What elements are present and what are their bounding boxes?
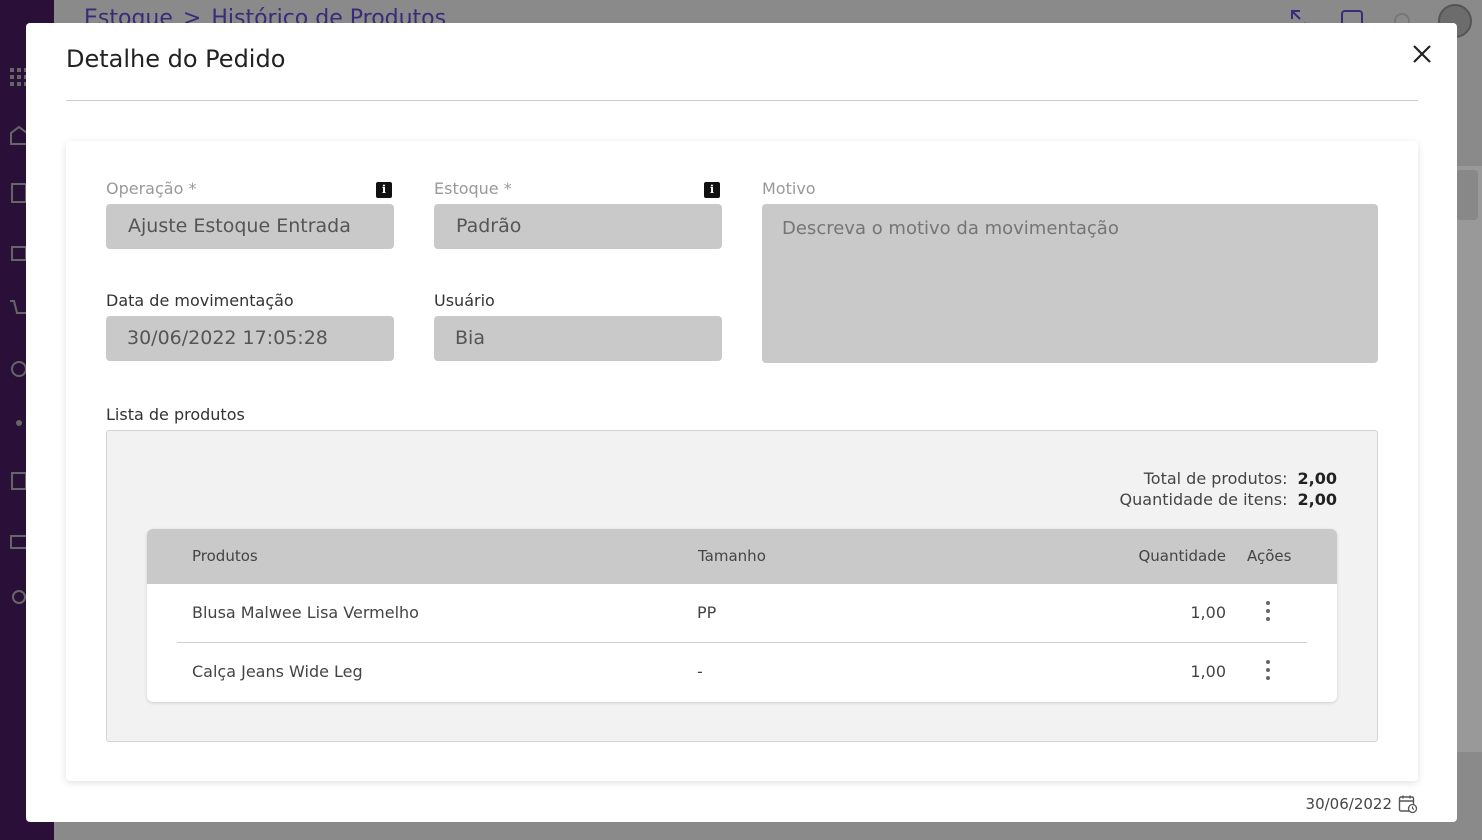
usuario-field[interactable]: Bia <box>434 316 722 361</box>
products-table: Produtos Tamanho Quantidade Ações Blusa … <box>147 529 1337 702</box>
product-list-label: Lista de produtos <box>106 405 245 424</box>
quantidade-itens-value: 2,00 <box>1297 490 1337 509</box>
total-produtos-value: 2,00 <box>1297 469 1337 488</box>
total-produtos-label: Total de produtos: <box>1143 469 1288 488</box>
table-header: Produtos Tamanho Quantidade Ações <box>147 529 1337 584</box>
cell-produto: Calça Jeans Wide Leg <box>192 662 363 681</box>
column-header-produtos[interactable]: Produtos <box>192 547 258 565</box>
column-header-quantidade[interactable]: Quantidade <box>1138 547 1226 565</box>
estoque-info-icon[interactable]: i <box>704 182 720 198</box>
row-actions-kebab-icon[interactable] <box>1264 601 1272 625</box>
motivo-label: Motivo <box>762 179 816 198</box>
cell-produto: Blusa Malwee Lisa Vermelho <box>192 603 419 622</box>
table-row[interactable]: Blusa Malwee Lisa Vermelho PP 1,00 <box>147 584 1337 643</box>
operacao-label: Operação * <box>106 179 197 198</box>
cell-tamanho: PP <box>697 603 717 622</box>
data-movimentacao-field[interactable]: 30/06/2022 17:05:28 <box>106 316 394 361</box>
cell-tamanho: - <box>697 662 703 681</box>
estoque-label: Estoque * <box>434 179 512 198</box>
calendar-clock-icon <box>1398 795 1418 814</box>
column-header-acoes: Ações <box>1247 547 1292 565</box>
cell-quantidade: 1,00 <box>1190 603 1226 622</box>
quantidade-itens-row: Quantidade de itens: 2,00 <box>1120 489 1337 510</box>
column-header-tamanho[interactable]: Tamanho <box>698 547 766 565</box>
close-icon[interactable] <box>1409 41 1435 67</box>
operacao-field[interactable]: Ajuste Estoque Entrada <box>106 204 394 249</box>
estoque-field[interactable]: Padrão <box>434 204 722 249</box>
header-divider <box>66 100 1418 101</box>
footer-date: 30/06/2022 <box>1306 794 1418 814</box>
order-form-card: Operação * i Ajuste Estoque Entrada Esto… <box>66 141 1418 781</box>
quantidade-itens-label: Quantidade de itens: <box>1119 490 1288 509</box>
total-produtos-row: Total de produtos: 2,00 <box>1120 468 1337 489</box>
modal-title: Detalhe do Pedido <box>66 45 286 73</box>
table-row[interactable]: Calça Jeans Wide Leg - 1,00 <box>147 643 1337 702</box>
motivo-textarea[interactable] <box>762 204 1378 363</box>
footer-date-text: 30/06/2022 <box>1305 795 1392 813</box>
panel-handle <box>1456 170 1478 220</box>
cell-quantidade: 1,00 <box>1190 662 1226 681</box>
data-movimentacao-label: Data de movimentação <box>106 291 294 310</box>
operacao-info-icon[interactable]: i <box>376 182 392 198</box>
product-list-container: Total de produtos: 2,00 Quantidade de it… <box>106 430 1378 742</box>
order-detail-modal: Detalhe do Pedido Operação * i Ajuste Es… <box>26 23 1457 822</box>
totals-summary: Total de produtos: 2,00 Quantidade de it… <box>1120 468 1337 510</box>
usuario-label: Usuário <box>434 291 495 310</box>
row-actions-kebab-icon[interactable] <box>1264 660 1272 684</box>
